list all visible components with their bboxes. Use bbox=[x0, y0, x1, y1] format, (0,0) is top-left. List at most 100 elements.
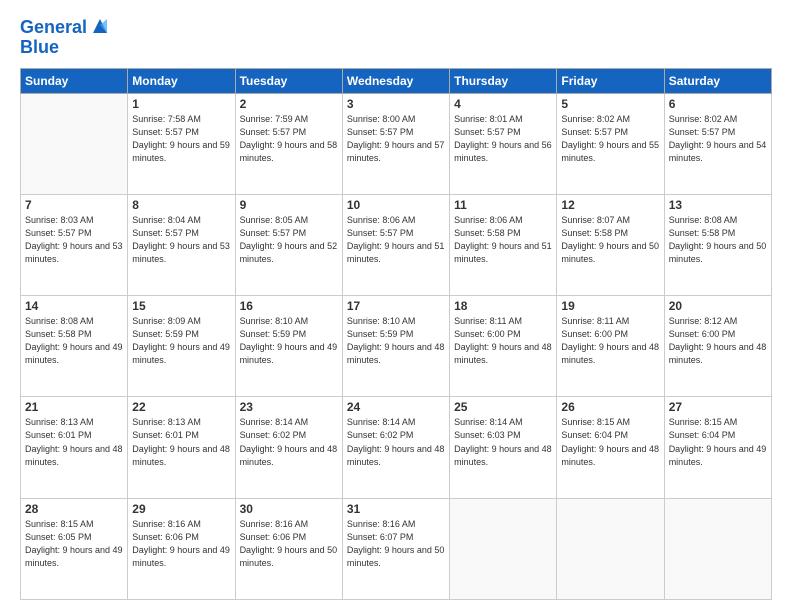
day-cell: 11 Sunrise: 8:06 AM Sunset: 5:58 PM Dayli… bbox=[450, 194, 557, 295]
day-number: 16 bbox=[240, 299, 338, 313]
weekday-header-sunday: Sunday bbox=[21, 68, 128, 93]
day-info: Sunrise: 8:13 AM Sunset: 6:01 PM Dayligh… bbox=[25, 416, 123, 468]
day-number: 7 bbox=[25, 198, 123, 212]
day-cell: 24 Sunrise: 8:14 AM Sunset: 6:02 PM Dayli… bbox=[342, 397, 449, 498]
day-info: Sunrise: 8:03 AM Sunset: 5:57 PM Dayligh… bbox=[25, 214, 123, 266]
day-info: Sunrise: 8:10 AM Sunset: 5:59 PM Dayligh… bbox=[240, 315, 338, 367]
day-info: Sunrise: 8:02 AM Sunset: 5:57 PM Dayligh… bbox=[561, 113, 659, 165]
day-number: 17 bbox=[347, 299, 445, 313]
day-info: Sunrise: 8:12 AM Sunset: 6:00 PM Dayligh… bbox=[669, 315, 767, 367]
week-row-5: 28 Sunrise: 8:15 AM Sunset: 6:05 PM Dayli… bbox=[21, 498, 772, 599]
day-info: Sunrise: 8:15 AM Sunset: 6:04 PM Dayligh… bbox=[669, 416, 767, 468]
day-cell: 9Sunrise: 8:05 AM Sunset: 5:57 PM Daylig… bbox=[235, 194, 342, 295]
day-number: 15 bbox=[132, 299, 230, 313]
logo: General Blue bbox=[20, 18, 111, 58]
day-number: 24 bbox=[347, 400, 445, 414]
day-cell: 10 Sunrise: 8:06 AM Sunset: 5:57 PM Dayli… bbox=[342, 194, 449, 295]
day-cell: 30 Sunrise: 8:16 AM Sunset: 6:06 PM Dayli… bbox=[235, 498, 342, 599]
day-info: Sunrise: 8:04 AM Sunset: 5:57 PM Dayligh… bbox=[132, 214, 230, 266]
day-cell bbox=[21, 93, 128, 194]
weekday-header-tuesday: Tuesday bbox=[235, 68, 342, 93]
day-number: 18 bbox=[454, 299, 552, 313]
week-row-2: 7 Sunrise: 8:03 AM Sunset: 5:57 PM Daylig… bbox=[21, 194, 772, 295]
day-number: 22 bbox=[132, 400, 230, 414]
day-cell: 28 Sunrise: 8:15 AM Sunset: 6:05 PM Dayli… bbox=[21, 498, 128, 599]
day-number: 28 bbox=[25, 502, 123, 516]
day-info: Sunrise: 8:09 AM Sunset: 5:59 PM Dayligh… bbox=[132, 315, 230, 367]
day-number: 13 bbox=[669, 198, 767, 212]
day-info: Sunrise: 8:06 AM Sunset: 5:58 PM Dayligh… bbox=[454, 214, 552, 266]
weekday-header-monday: Monday bbox=[128, 68, 235, 93]
day-number: 31 bbox=[347, 502, 445, 516]
day-info: Sunrise: 8:14 AM Sunset: 6:02 PM Dayligh… bbox=[240, 416, 338, 468]
day-number: 12 bbox=[561, 198, 659, 212]
day-cell: 18 Sunrise: 8:11 AM Sunset: 6:00 PM Dayli… bbox=[450, 296, 557, 397]
header: General Blue bbox=[20, 18, 772, 58]
day-info: Sunrise: 8:15 AM Sunset: 6:04 PM Dayligh… bbox=[561, 416, 659, 468]
day-info: Sunrise: 8:16 AM Sunset: 6:06 PM Dayligh… bbox=[132, 518, 230, 570]
day-cell bbox=[557, 498, 664, 599]
day-info: Sunrise: 8:10 AM Sunset: 5:59 PM Dayligh… bbox=[347, 315, 445, 367]
day-cell: 3Sunrise: 8:00 AM Sunset: 5:57 PM Daylig… bbox=[342, 93, 449, 194]
day-number: 11 bbox=[454, 198, 552, 212]
calendar-table: SundayMondayTuesdayWednesdayThursdayFrid… bbox=[20, 68, 772, 600]
day-cell: 6Sunrise: 8:02 AM Sunset: 5:57 PM Daylig… bbox=[664, 93, 771, 194]
logo-text-blue: Blue bbox=[20, 38, 111, 58]
day-info: Sunrise: 8:14 AM Sunset: 6:02 PM Dayligh… bbox=[347, 416, 445, 468]
day-cell: 20 Sunrise: 8:12 AM Sunset: 6:00 PM Dayli… bbox=[664, 296, 771, 397]
weekday-header-thursday: Thursday bbox=[450, 68, 557, 93]
day-info: Sunrise: 8:16 AM Sunset: 6:07 PM Dayligh… bbox=[347, 518, 445, 570]
weekday-header-wednesday: Wednesday bbox=[342, 68, 449, 93]
day-info: Sunrise: 8:14 AM Sunset: 6:03 PM Dayligh… bbox=[454, 416, 552, 468]
day-info: Sunrise: 7:59 AM Sunset: 5:57 PM Dayligh… bbox=[240, 113, 338, 165]
day-cell: 1 Sunrise: 7:58 AM Sunset: 5:57 PM Daylig… bbox=[128, 93, 235, 194]
day-number: 25 bbox=[454, 400, 552, 414]
logo-text: General bbox=[20, 18, 87, 38]
day-info: Sunrise: 8:08 AM Sunset: 5:58 PM Dayligh… bbox=[25, 315, 123, 367]
day-cell: 21 Sunrise: 8:13 AM Sunset: 6:01 PM Dayli… bbox=[21, 397, 128, 498]
day-cell: 26 Sunrise: 8:15 AM Sunset: 6:04 PM Dayli… bbox=[557, 397, 664, 498]
day-info: Sunrise: 8:05 AM Sunset: 5:57 PM Dayligh… bbox=[240, 214, 338, 266]
day-info: Sunrise: 7:58 AM Sunset: 5:57 PM Dayligh… bbox=[132, 113, 230, 165]
day-cell bbox=[664, 498, 771, 599]
day-info: Sunrise: 8:06 AM Sunset: 5:57 PM Dayligh… bbox=[347, 214, 445, 266]
day-cell: 23Sunrise: 8:14 AM Sunset: 6:02 PM Dayli… bbox=[235, 397, 342, 498]
day-cell: 17 Sunrise: 8:10 AM Sunset: 5:59 PM Dayli… bbox=[342, 296, 449, 397]
day-number: 20 bbox=[669, 299, 767, 313]
day-cell: 12Sunrise: 8:07 AM Sunset: 5:58 PM Dayli… bbox=[557, 194, 664, 295]
day-cell: 22Sunrise: 8:13 AM Sunset: 6:01 PM Dayli… bbox=[128, 397, 235, 498]
weekday-header-friday: Friday bbox=[557, 68, 664, 93]
day-cell: 4Sunrise: 8:01 AM Sunset: 5:57 PM Daylig… bbox=[450, 93, 557, 194]
day-cell: 13Sunrise: 8:08 AM Sunset: 5:58 PM Dayli… bbox=[664, 194, 771, 295]
day-number: 6 bbox=[669, 97, 767, 111]
day-number: 8 bbox=[132, 198, 230, 212]
day-number: 1 bbox=[132, 97, 230, 111]
day-number: 10 bbox=[347, 198, 445, 212]
day-cell: 8 Sunrise: 8:04 AM Sunset: 5:57 PM Daylig… bbox=[128, 194, 235, 295]
week-row-4: 21 Sunrise: 8:13 AM Sunset: 6:01 PM Dayli… bbox=[21, 397, 772, 498]
day-cell: 15 Sunrise: 8:09 AM Sunset: 5:59 PM Dayli… bbox=[128, 296, 235, 397]
week-row-3: 14 Sunrise: 8:08 AM Sunset: 5:58 PM Dayli… bbox=[21, 296, 772, 397]
logo-icon bbox=[89, 15, 111, 37]
weekday-header-saturday: Saturday bbox=[664, 68, 771, 93]
day-info: Sunrise: 8:16 AM Sunset: 6:06 PM Dayligh… bbox=[240, 518, 338, 570]
day-number: 2 bbox=[240, 97, 338, 111]
day-number: 30 bbox=[240, 502, 338, 516]
day-number: 27 bbox=[669, 400, 767, 414]
page: General Blue SundayMondayTuesdayWednesda… bbox=[0, 0, 792, 612]
day-info: Sunrise: 8:15 AM Sunset: 6:05 PM Dayligh… bbox=[25, 518, 123, 570]
day-cell: 19Sunrise: 8:11 AM Sunset: 6:00 PM Dayli… bbox=[557, 296, 664, 397]
day-number: 26 bbox=[561, 400, 659, 414]
day-info: Sunrise: 8:11 AM Sunset: 6:00 PM Dayligh… bbox=[454, 315, 552, 367]
day-number: 29 bbox=[132, 502, 230, 516]
day-number: 21 bbox=[25, 400, 123, 414]
day-cell: 14 Sunrise: 8:08 AM Sunset: 5:58 PM Dayli… bbox=[21, 296, 128, 397]
week-row-1: 1 Sunrise: 7:58 AM Sunset: 5:57 PM Daylig… bbox=[21, 93, 772, 194]
day-cell: 29 Sunrise: 8:16 AM Sunset: 6:06 PM Dayli… bbox=[128, 498, 235, 599]
day-cell: 27 Sunrise: 8:15 AM Sunset: 6:04 PM Dayli… bbox=[664, 397, 771, 498]
day-info: Sunrise: 8:11 AM Sunset: 6:00 PM Dayligh… bbox=[561, 315, 659, 367]
weekday-header-row: SundayMondayTuesdayWednesdayThursdayFrid… bbox=[21, 68, 772, 93]
day-cell bbox=[450, 498, 557, 599]
day-number: 14 bbox=[25, 299, 123, 313]
day-number: 4 bbox=[454, 97, 552, 111]
